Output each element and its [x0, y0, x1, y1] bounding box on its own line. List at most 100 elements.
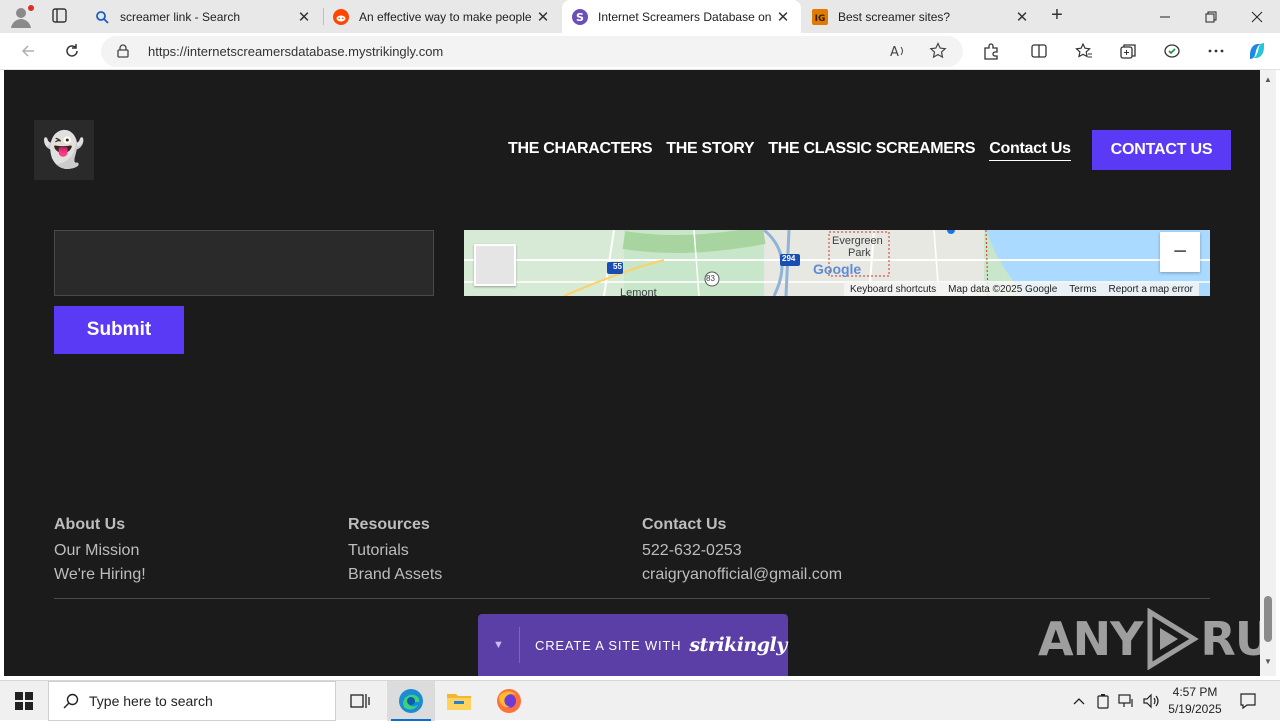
task-view-icon[interactable] [336, 681, 384, 721]
add-favorite-icon[interactable] [929, 42, 947, 65]
map-place-label: Park [848, 247, 871, 259]
footer-link-tutorials[interactable]: Tutorials [348, 539, 442, 563]
url-text[interactable]: https://internetscreamersdatabase.mystri… [148, 44, 443, 59]
tab-title: An effective way to make people [359, 9, 532, 24]
collections-icon[interactable] [1115, 39, 1141, 63]
footer-heading: Contact Us [642, 516, 727, 533]
network-icon[interactable] [1116, 681, 1138, 721]
restore-icon[interactable] [1188, 0, 1234, 33]
submit-button[interactable]: Submit [54, 306, 184, 354]
nav-link-classic-screamers[interactable]: THE CLASSIC SCREAMERS [768, 140, 975, 161]
footer-column-about: About Us Our Mission We're Hiring! [54, 516, 146, 587]
notification-dot [28, 5, 34, 11]
watermark-text: ANY [1038, 612, 1143, 666]
badge-text: CREATE A SITE WITH [535, 637, 682, 653]
tab-actions-icon[interactable] [46, 6, 74, 26]
anyrun-watermark: ANY RUN [1038, 608, 1260, 670]
split-screen-icon[interactable] [1026, 39, 1052, 63]
scrollbar-thumb[interactable] [1264, 596, 1272, 642]
footer-link-brand-assets[interactable]: Brand Assets [348, 563, 442, 587]
svg-text:IG: IG [815, 14, 826, 24]
close-tab-icon[interactable]: ✕ [535, 8, 551, 26]
tab-title: Best screamer sites? [838, 9, 951, 24]
strikingly-logo: strikingly [689, 634, 787, 656]
page-scrollbar[interactable] [1260, 70, 1276, 676]
map-data-credit: Map data ©2025 Google [948, 283, 1058, 295]
footer-heading: Resources [348, 516, 430, 533]
tab-bar: screamer link - Search ✕ An effective wa… [0, 0, 1280, 33]
lock-icon[interactable] [117, 44, 129, 63]
new-tab-icon[interactable]: + [1046, 5, 1068, 27]
browser-toolbar: https://internetscreamersdatabase.mystri… [0, 33, 1280, 70]
tab-reddit[interactable]: An effective way to make people ✕ [323, 0, 561, 33]
nav-link-characters[interactable]: THE CHARACTERS [508, 140, 653, 161]
close-tab-icon[interactable]: ✕ [775, 8, 791, 26]
back-icon[interactable] [15, 39, 41, 63]
contact-us-button[interactable]: CONTACT US [1092, 130, 1231, 170]
footer-phone[interactable]: 522-632-0253 [642, 539, 842, 563]
reddit-icon [333, 8, 349, 25]
windows-start-icon[interactable] [0, 681, 48, 721]
minimize-icon[interactable] [1142, 0, 1188, 33]
more-menu-icon[interactable] [1203, 39, 1229, 63]
zoom-out-button[interactable]: − [1160, 232, 1200, 272]
tab-title: Internet Screamers Database on S [598, 9, 775, 24]
close-window-icon[interactable] [1234, 0, 1280, 33]
ghost-logo-icon: 👻 [42, 131, 86, 169]
edge-taskbar-icon[interactable] [387, 681, 435, 721]
site-logo[interactable]: 👻 [34, 120, 94, 180]
tab-active-strikingly[interactable]: S Internet Screamers Database on S ✕ [562, 0, 801, 33]
footer-column-contact: Contact Us 522-632-0253 craigryanofficia… [642, 516, 842, 587]
search-icon [63, 693, 79, 709]
strikingly-badge[interactable]: ▼ CREATE A SITE WITH strikingly [478, 614, 788, 676]
show-hidden-icons-icon[interactable] [1068, 681, 1090, 721]
caret-down-icon[interactable]: ▼ [478, 627, 520, 663]
clock-date: 5/19/2025 [1168, 702, 1222, 716]
refresh-icon[interactable] [59, 39, 85, 63]
read-aloud-icon[interactable]: A [889, 42, 907, 65]
footer-link-hiring[interactable]: We're Hiring! [54, 563, 146, 587]
report-map-error-link[interactable]: Report a map error [1109, 284, 1193, 295]
windows-taskbar: Type here to search 4:57 PM 5/19/2025 [0, 680, 1280, 721]
scroll-down-icon[interactable]: ▼ [1264, 658, 1272, 666]
route-shield-label: 83 [706, 274, 715, 283]
footer-link-our-mission[interactable]: Our Mission [54, 539, 146, 563]
search-icon [94, 9, 110, 25]
volume-icon[interactable] [1140, 681, 1162, 721]
nav-link-contact[interactable]: Contact Us [989, 140, 1071, 161]
nav-link-story[interactable]: THE STORY [666, 140, 754, 161]
google-map[interactable]: 55 294 83 Evergreen Park Lemont Google −… [464, 230, 1210, 296]
extensions-icon[interactable] [978, 39, 1004, 63]
favorites-icon[interactable] [1071, 39, 1097, 63]
taskbar-search-box[interactable]: Type here to search [48, 681, 336, 721]
footer-email[interactable]: craigryanofficial@gmail.com [642, 563, 842, 587]
file-explorer-icon[interactable] [435, 681, 483, 721]
message-textarea[interactable] [54, 230, 434, 296]
search-placeholder: Type here to search [89, 693, 213, 709]
keyboard-shortcuts-link[interactable]: Keyboard shortcuts [850, 284, 936, 295]
close-tab-icon[interactable]: ✕ [296, 8, 312, 26]
map-place-label: Lemont [620, 287, 657, 296]
route-shield-label: 294 [782, 254, 796, 263]
strikingly-icon: S [572, 8, 588, 25]
map-place-label: Evergreen [832, 235, 883, 247]
battery-icon[interactable] [1092, 681, 1114, 721]
notifications-icon[interactable] [1236, 681, 1260, 721]
scroll-up-icon[interactable]: ▲ [1264, 76, 1272, 84]
map-layer-toggle[interactable] [474, 244, 516, 286]
system-clock[interactable]: 4:57 PM 5/19/2025 [1160, 684, 1230, 718]
copilot-icon[interactable] [1244, 39, 1270, 63]
tab-search[interactable]: screamer link - Search ✕ [84, 0, 322, 33]
site-nav: THE CHARACTERS THE STORY THE CLASSIC SCR… [508, 140, 1085, 161]
watermark-text: RUN [1200, 612, 1260, 666]
close-tab-icon[interactable]: ✕ [1014, 8, 1030, 26]
map-attribution-bar: Keyboard shortcuts Map data ©2025 Google… [844, 282, 1200, 296]
footer-heading: About Us [54, 516, 126, 533]
terms-link[interactable]: Terms [1069, 284, 1096, 295]
play-logo-icon [1147, 608, 1200, 670]
browser-essentials-icon[interactable] [1159, 39, 1185, 63]
firefox-icon[interactable] [485, 681, 533, 721]
footer-divider [54, 598, 1210, 599]
address-bar[interactable]: https://internetscreamersdatabase.mystri… [101, 36, 963, 67]
tab-forum[interactable]: IG Best screamer sites? ✕ [802, 0, 1040, 33]
